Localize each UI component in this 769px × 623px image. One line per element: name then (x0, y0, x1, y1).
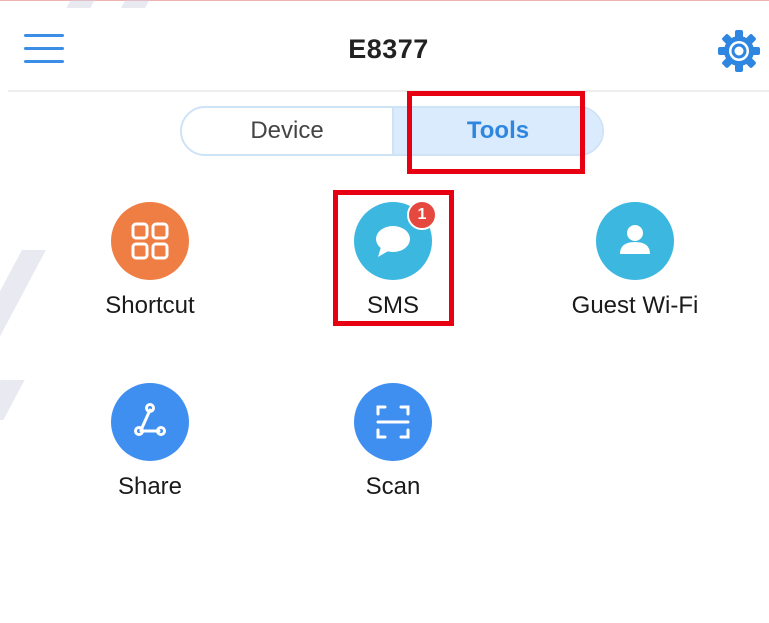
settings-button[interactable] (716, 28, 762, 74)
scan-icon (376, 405, 410, 439)
grid-shortcut-icon (131, 222, 169, 260)
tool-scan[interactable]: Scan (283, 383, 503, 513)
gear-icon (718, 30, 760, 72)
scan-circle (354, 383, 432, 461)
guest-wifi-label: Guest Wi-Fi (571, 292, 699, 319)
app-header: E8377 (8, 8, 769, 92)
watermark-stripe (0, 380, 25, 420)
tab-switcher: Device Tools (180, 106, 604, 156)
guest-wifi-circle (596, 202, 674, 280)
share-icon (134, 403, 166, 436)
tool-sms[interactable]: 1 SMS (283, 200, 503, 332)
sms-unread-badge: 1 (407, 200, 437, 230)
page-title: E8377 (348, 34, 429, 64)
sms-label: SMS (366, 292, 419, 319)
tab-device[interactable]: Device (182, 108, 394, 154)
tool-guest-wifi[interactable]: Guest Wi-Fi (525, 202, 745, 332)
share-label: Share (117, 473, 183, 500)
tool-shortcut[interactable]: Shortcut (40, 202, 260, 332)
share-circle (111, 383, 189, 461)
tool-share[interactable]: Share (40, 383, 260, 513)
shortcut-circle (111, 202, 189, 280)
shortcut-label: Shortcut (105, 292, 195, 319)
user-icon (620, 225, 650, 254)
scan-label: Scan (365, 473, 421, 500)
top-border-line (0, 0, 769, 1)
tab-tools[interactable]: Tools (394, 108, 602, 154)
